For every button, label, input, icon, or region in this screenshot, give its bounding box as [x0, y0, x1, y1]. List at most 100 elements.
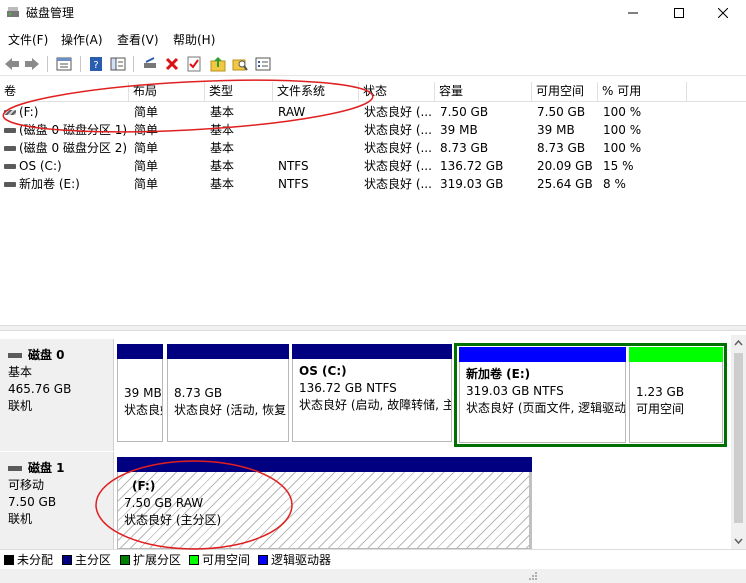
column-free-space[interactable]: 可用空间	[532, 82, 598, 102]
volume-row[interactable]: OS (C:) 简单 基本 NTFS 状态良好 (... 136.72 GB 2…	[0, 157, 746, 175]
column-status[interactable]: 状态	[359, 82, 435, 102]
minimize-button[interactable]	[610, 0, 656, 26]
legend-label: 未分配	[17, 553, 54, 567]
volume-status: 状态良好 (...	[364, 177, 432, 191]
partition-new-volume-e[interactable]: 新加卷 (E:) 319.03 GB NTFS 状态良好 (页面文件, 逻辑驱动	[459, 347, 626, 443]
volume-row[interactable]: (F:) 简单 基本 RAW 状态良好 (... 7.50 GB 7.50 GB…	[0, 103, 746, 121]
volume-drive-icon	[4, 146, 16, 151]
refresh-folder-button[interactable]	[208, 54, 228, 74]
partition[interactable]: 8.73 GB 状态良好 (活动, 恢复	[167, 344, 289, 442]
help-button[interactable]: ?	[86, 54, 106, 74]
disk-0-label[interactable]: 磁盘 0 基本 465.76 GB 联机	[0, 339, 114, 451]
volume-type: 基本	[210, 141, 235, 155]
disk-size: 7.50 GB	[8, 495, 57, 509]
scroll-up-icon[interactable]	[731, 335, 746, 350]
disk-name: 磁盘 0	[28, 348, 65, 362]
forward-icon	[25, 58, 39, 70]
partition-size: 136.72 GB NTFS	[299, 381, 397, 395]
menu-view[interactable]: 查看(V)	[117, 31, 159, 48]
column-capacity[interactable]: 容量	[435, 82, 532, 102]
volume-row[interactable]: (磁盘 0 磁盘分区 1) 简单 基本 状态良好 (... 39 MB 39 M…	[0, 121, 746, 139]
partition-type-bar	[292, 344, 452, 359]
legend-item: 逻辑驱动器	[258, 553, 331, 567]
volume-row[interactable]: 新加卷 (E:) 简单 基本 NTFS 状态良好 (... 319.03 GB …	[0, 175, 746, 193]
partition-f[interactable]: (F:) 7.50 GB RAW 状态良好 (主分区)	[117, 457, 532, 549]
delete-button[interactable]	[162, 54, 182, 74]
connect-disk-button[interactable]	[140, 54, 160, 74]
partition-free-space[interactable]: 1.23 GB 可用空间	[629, 347, 723, 443]
legend-item: 可用空间	[189, 553, 250, 567]
volume-capacity: 8.73 GB	[440, 141, 489, 155]
maximize-button[interactable]	[656, 0, 702, 26]
volume-free-space: 39 MB	[537, 123, 575, 137]
volume-drive-icon	[4, 128, 16, 133]
partition-size: 8.73 GB	[174, 386, 223, 400]
column-type[interactable]: 类型	[205, 82, 273, 102]
volume-type: 基本	[210, 177, 235, 191]
check-properties-button[interactable]	[184, 54, 204, 74]
close-icon	[718, 8, 728, 18]
delete-icon	[165, 57, 179, 71]
column-percent-free[interactable]: % 可用	[598, 82, 687, 102]
help-icon: ?	[90, 57, 102, 71]
settings-list-icon	[255, 57, 271, 71]
partition-os-c[interactable]: OS (C:) 136.72 GB NTFS 状态良好 (启动, 故障转储, 主	[292, 344, 452, 442]
partition-size: 7.50 GB RAW	[124, 496, 204, 510]
disk-size: 465.76 GB	[8, 382, 72, 396]
legend-label: 扩展分区	[133, 553, 182, 567]
show-hide-console-tree-button[interactable]	[108, 54, 128, 74]
title-bar: 磁盘管理	[0, 0, 746, 26]
volume-row[interactable]: (磁盘 0 磁盘分区 2) 简单 基本 状态良好 (... 8.73 GB 8.…	[0, 139, 746, 157]
scroll-down-icon[interactable]	[731, 534, 746, 549]
partition-type-bar	[459, 347, 626, 362]
toolbar-separator	[47, 56, 48, 72]
column-layout[interactable]: 布局	[129, 82, 205, 102]
status-bar	[0, 569, 746, 583]
volume-drive-icon	[4, 110, 16, 115]
partition-size: 1.23 GB	[636, 385, 685, 399]
volume-capacity: 136.72 GB	[440, 159, 504, 173]
volume-filesystem: RAW	[278, 105, 306, 119]
partition-name: 新加卷 (E:)	[466, 367, 531, 381]
extended-partition[interactable]: 新加卷 (E:) 319.03 GB NTFS 状态良好 (页面文件, 逻辑驱动…	[454, 343, 727, 447]
vertical-scrollbar[interactable]	[731, 335, 746, 549]
scrollbar-thumb[interactable]	[734, 353, 743, 523]
search-folder-button[interactable]	[230, 54, 250, 74]
volume-drive-icon	[4, 164, 16, 169]
partition-type-bar	[117, 457, 532, 472]
volume-layout: 简单	[134, 105, 159, 119]
legend-item: 扩展分区	[120, 553, 181, 567]
partition[interactable]: 39 MB 状态良好	[117, 344, 163, 442]
forward-button[interactable]	[22, 54, 42, 74]
legend-item: 主分区	[62, 553, 111, 567]
volume-name: 新加卷 (E:)	[19, 177, 80, 191]
legend: 未分配 主分区 扩展分区 可用空间 逻辑驱动器	[0, 549, 746, 569]
legend-swatch	[120, 555, 130, 565]
volume-percent-free: 8 %	[603, 177, 626, 191]
partition-status: 可用空间	[636, 402, 685, 416]
settings-list-button[interactable]	[253, 54, 273, 74]
partition-type-bar	[117, 344, 163, 359]
menu-bar: 文件(F) 操作(A) 查看(V) 帮助(H)	[0, 28, 746, 50]
volume-name: OS (C:)	[19, 159, 62, 173]
volume-free-space: 25.64 GB	[537, 177, 593, 191]
volume-filesystem	[278, 139, 358, 157]
column-filesystem[interactable]: 文件系统	[273, 82, 359, 102]
menu-file[interactable]: 文件(F)	[8, 31, 48, 48]
menu-action[interactable]: 操作(A)	[61, 31, 103, 48]
back-button[interactable]	[2, 54, 22, 74]
volume-name: (磁盘 0 磁盘分区 1)	[19, 123, 128, 137]
volume-list: 卷 布局 类型 文件系统 状态 容量 可用空间 % 可用 (F:) 简单 基本 …	[0, 82, 746, 322]
properties-list-button[interactable]	[54, 54, 74, 74]
toolbar: ?	[0, 52, 746, 76]
column-volume[interactable]: 卷	[0, 82, 129, 102]
disk-1-label[interactable]: 磁盘 1 可移动 7.50 GB 联机	[0, 452, 114, 550]
volume-capacity: 39 MB	[440, 123, 478, 137]
volume-drive-icon	[4, 182, 16, 187]
maximize-icon	[674, 8, 684, 18]
close-button[interactable]	[700, 0, 746, 26]
menu-help[interactable]: 帮助(H)	[173, 31, 215, 48]
check-properties-icon	[187, 56, 201, 72]
resize-grip-icon[interactable]	[527, 570, 539, 582]
svg-text:?: ?	[93, 60, 98, 71]
